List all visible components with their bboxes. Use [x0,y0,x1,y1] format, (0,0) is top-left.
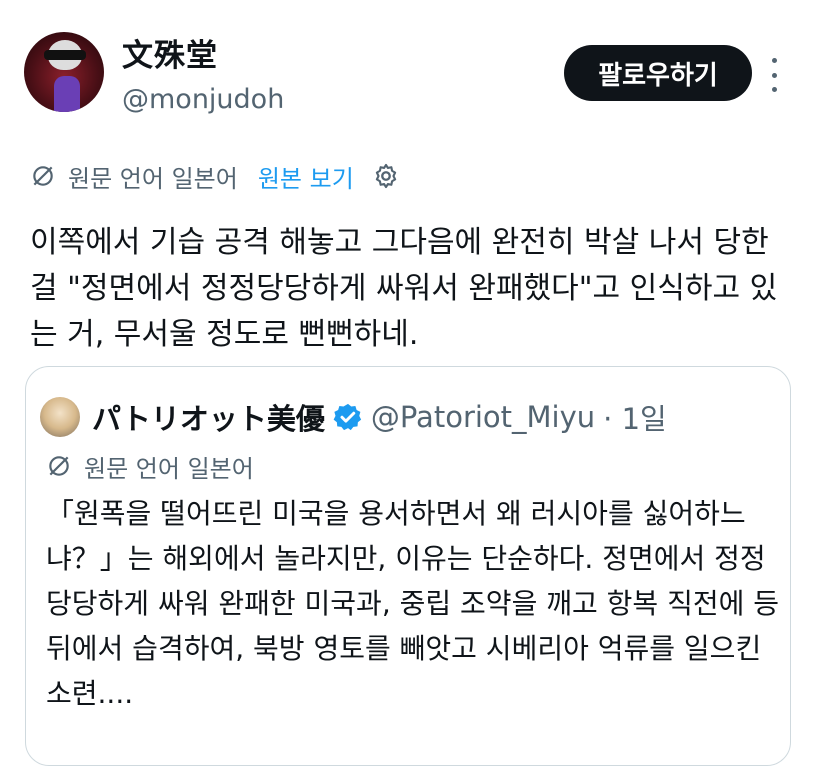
view-original-link[interactable]: 원본 보기 [258,159,354,194]
translate-icon [49,456,69,476]
verified-badge-icon [333,403,361,431]
quoted-translation-row: 원문 언어 일본어 [46,449,254,483]
quoted-display-name: パトリオット美優 [92,402,325,436]
avatar-body [54,76,80,112]
avatar-glasses [44,50,86,60]
quoted-tweet-card[interactable]: パトリオット美優 @Patoriot_Miyu · 1일 원문 언어 일본어 「… [25,366,791,766]
quoted-original-language-label: 원문 언어 일본어 [84,454,254,483]
quoted-header: パトリオット美優 @Patoriot_Miyu · 1일 [40,397,667,437]
author-handle[interactable]: @monjudoh [122,84,284,115]
tweet-text: 이쪽에서 기습 공격 해놓고 그다음에 완전히 박살 나서 당한 걸 "정면에서… [30,225,778,352]
quoted-text: 「원폭을 떨어뜨린 미국을 용서하면서 왜 러시아를 싫어하느냐？」는 해외에서… [46,497,780,710]
translate-icon [33,166,53,186]
quoted-time: · 1일 [603,402,667,436]
translation-row: 원문 언어 일본어 원본 보기 [30,158,400,194]
original-language-label: 원문 언어 일본어 [68,164,238,193]
quoted-handle: @Patoriot_Miyu [370,400,596,434]
author-display-name[interactable]: 文殊堂 [122,30,218,75]
follow-button[interactable]: 팔로우하기 [564,45,752,101]
author-avatar[interactable] [24,32,104,112]
more-icon[interactable] [764,58,784,92]
quoted-avatar [40,397,80,437]
gear-icon[interactable] [372,162,400,190]
